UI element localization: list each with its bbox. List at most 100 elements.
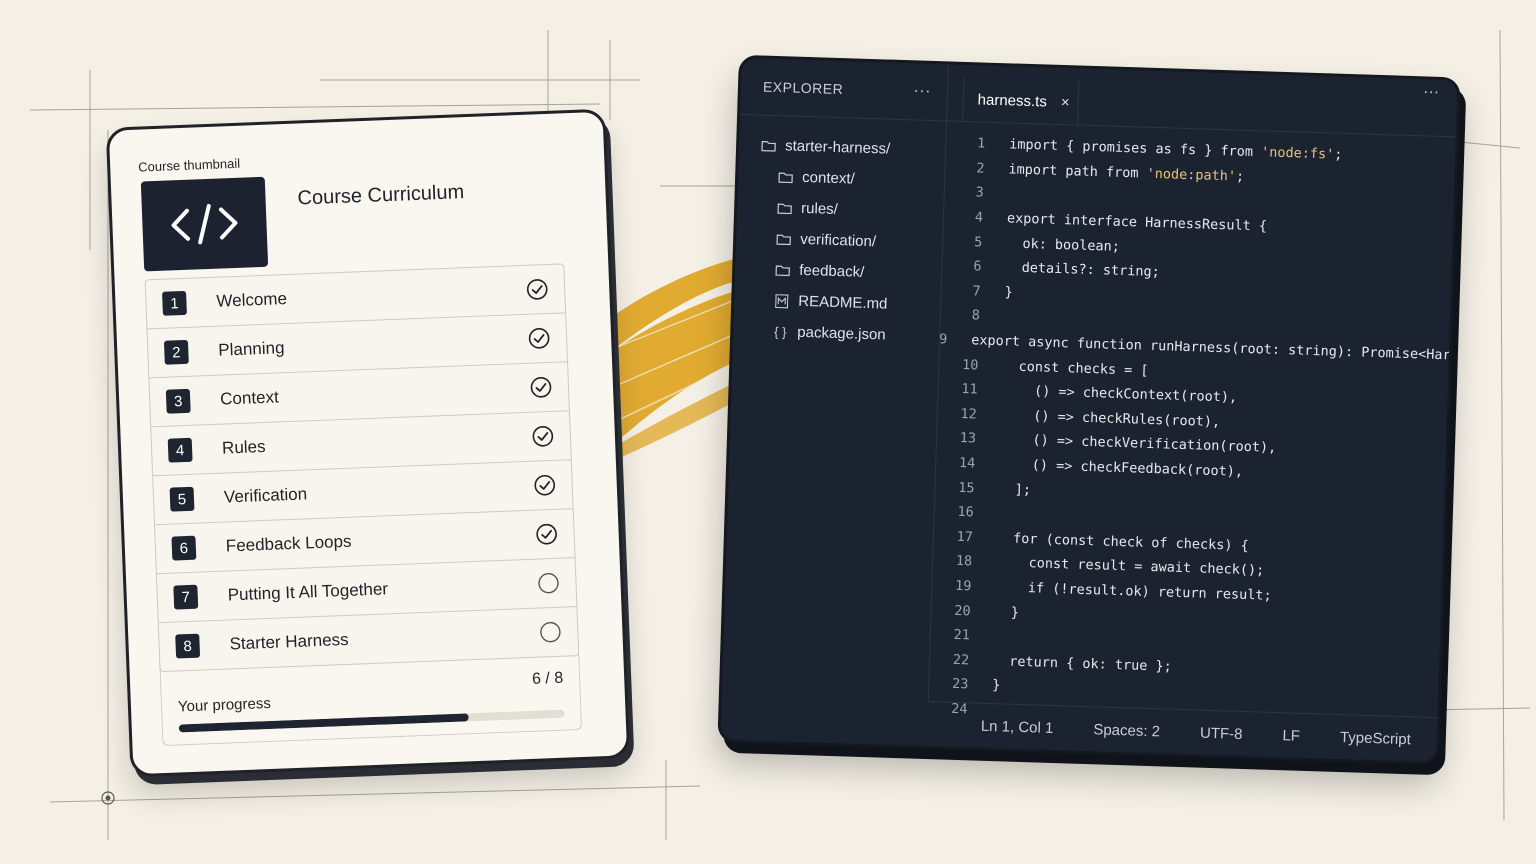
line-number: 3 (975, 184, 985, 202)
line-number: 5 (973, 233, 983, 251)
lesson-title: Context (219, 387, 280, 409)
empty-circle-icon (540, 621, 561, 643)
empty-circle-icon (538, 572, 559, 594)
lesson-number: 4 (167, 437, 193, 463)
line-number: 14 (958, 454, 976, 472)
language-mode[interactable]: TypeScript (1340, 729, 1411, 748)
line-number: 4 (974, 209, 984, 226)
course-curriculum-card: Course thumbnail Course Curriculum 1 Wel… (105, 108, 631, 778)
tab-label: harness.ts (977, 90, 1048, 111)
line-number: 19 (954, 577, 972, 595)
check-circle-icon (530, 377, 552, 398)
folder-icon (774, 233, 792, 246)
line-number: 9 (938, 331, 948, 348)
code-editor-window: EXPLORER ··· starter-harness/ context/ r… (717, 54, 1461, 766)
file-tree: starter-harness/ context/ rules/ verific… (733, 115, 946, 352)
file-tree-label: starter-harness/ (784, 137, 891, 158)
code-text: } (1004, 284, 1014, 301)
line-number: 21 (953, 627, 971, 644)
lesson-title: Rules (221, 436, 266, 458)
lesson-number: 3 (165, 388, 191, 414)
tab-bar: harness.ts × ··· (945, 64, 1458, 138)
code-text: () => checkRules(root), (1000, 407, 1221, 430)
folder-icon (773, 264, 791, 277)
progress-bar-fill (178, 713, 469, 733)
folder-icon (775, 202, 793, 215)
lesson-title: Welcome (216, 289, 288, 311)
explorer-panel: EXPLORER ··· starter-harness/ context/ r… (721, 57, 949, 703)
lesson-title: Putting It All Together (227, 579, 389, 605)
line-number: 23 (951, 676, 969, 693)
progress-section: Your progress 6 / 8 (159, 653, 583, 747)
line-number: 22 (952, 651, 970, 669)
folder-icon (759, 139, 777, 152)
check-circle-icon (532, 425, 554, 447)
lesson-number: 5 (169, 486, 195, 512)
progress-label: Your progress (177, 694, 272, 716)
line-number: 8 (971, 307, 981, 324)
lesson-number: 7 (173, 584, 199, 610)
thumbnail-label: Course thumbnail (137, 155, 241, 175)
file-tree-label: verification/ (799, 230, 877, 251)
more-options-icon[interactable]: ··· (913, 82, 931, 101)
lesson-title: Planning (217, 338, 285, 360)
file-tree-label: context/ (801, 168, 855, 188)
code-text: return { ok: true }; (992, 652, 1173, 675)
file-tree-label: README.md (798, 292, 888, 313)
code-area[interactable]: 1 import { promises as fs } from 'node:fs… (927, 130, 1461, 736)
line-number: 17 (956, 528, 974, 546)
line-ending-status[interactable]: LF (1282, 727, 1300, 745)
code-text: import path from 'node:path'; (1008, 161, 1245, 185)
lesson-title: Starter Harness (229, 629, 349, 654)
lesson-number: 6 (171, 535, 197, 561)
check-circle-icon (536, 523, 557, 545)
progress-count: 6 / 8 (531, 669, 564, 688)
tab-harness-ts[interactable]: harness.ts × (962, 76, 1080, 125)
line-number: 10 (961, 356, 979, 374)
markdown-icon (772, 293, 790, 309)
explorer-title: EXPLORER (762, 78, 844, 98)
line-number: 13 (959, 430, 977, 447)
line-number: 12 (960, 405, 978, 423)
more-options-icon[interactable]: ··· (1423, 83, 1440, 101)
line-number: 18 (955, 553, 973, 570)
file-tree-label: rules/ (800, 199, 839, 219)
lesson-list: 1 Welcome 2 Planning 3 Context 4 Rules 5… (144, 263, 580, 673)
code-text: details?: string; (1005, 259, 1161, 281)
file-item[interactable]: { } package.json (733, 315, 940, 352)
code-text: const checks = [ (1002, 357, 1149, 379)
check-circle-icon (534, 474, 556, 496)
lesson-number: 2 (163, 339, 189, 365)
explorer-header: EXPLORER ··· (740, 57, 948, 122)
lesson-number: 8 (175, 633, 201, 659)
close-icon[interactable]: × (1061, 93, 1070, 110)
folder-icon (776, 171, 794, 184)
encoding-status[interactable]: UTF-8 (1200, 724, 1243, 742)
code-brackets-icon (171, 203, 238, 245)
indentation-status[interactable]: Spaces: 2 (1093, 721, 1160, 740)
code-text: } (994, 603, 1020, 621)
course-title: Course Curriculum (297, 181, 465, 210)
code-text: for (const check of checks) { (996, 529, 1250, 554)
code-text: } (992, 677, 1001, 694)
line-number: 20 (954, 602, 971, 619)
line-number: 11 (961, 381, 978, 398)
json-braces-icon: { } (773, 324, 787, 340)
lesson-title: Feedback Loops (225, 531, 352, 556)
line-number: 15 (957, 479, 975, 497)
line-number: 16 (957, 504, 974, 521)
line-number: 2 (976, 160, 985, 177)
file-tree-label: package.json (797, 323, 886, 344)
line-number: 1 (976, 135, 986, 152)
code-text: () => checkContext(root), (1001, 382, 1238, 406)
course-thumbnail[interactable] (140, 176, 269, 272)
code-text: ]; (998, 480, 1032, 498)
code-text: ok: boolean; (1005, 234, 1121, 255)
lesson-title: Verification (223, 484, 308, 507)
code-text: () => checkFeedback(root), (999, 456, 1244, 480)
lesson-number: 1 (162, 290, 187, 316)
cursor-position[interactable]: Ln 1, Col 1 (981, 717, 1054, 736)
check-circle-icon (526, 279, 548, 300)
file-tree-label: feedback/ (798, 261, 865, 281)
check-circle-icon (528, 328, 550, 349)
